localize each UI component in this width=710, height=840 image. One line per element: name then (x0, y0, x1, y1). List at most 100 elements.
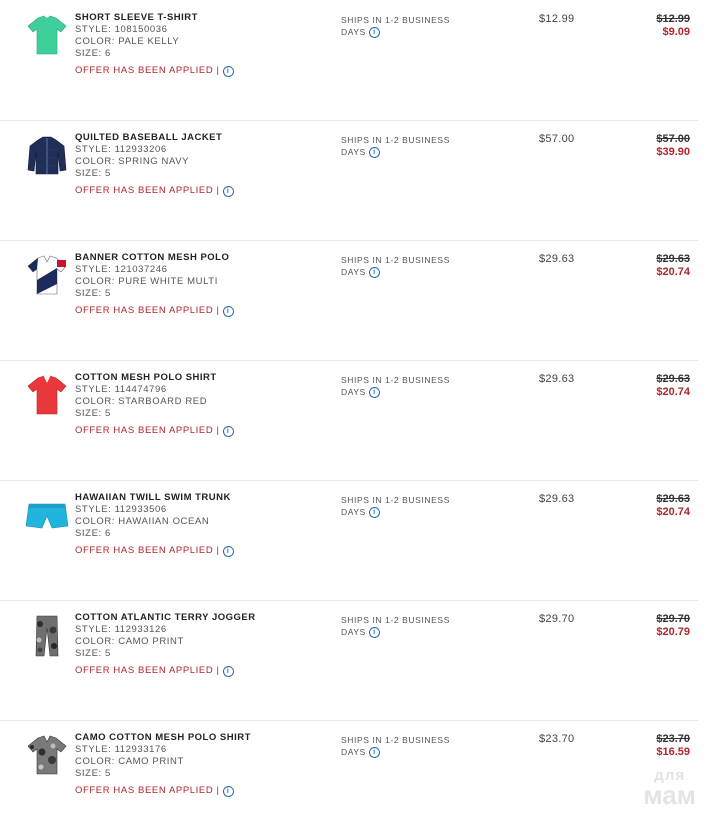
unit-price: $29.63 (539, 373, 575, 385)
offer-applied-link[interactable]: OFFER HAS BEEN APPLIED | i (75, 665, 234, 677)
product-title[interactable]: QUILTED BASEBALL JACKET (75, 132, 234, 144)
product-color: COLOR: PALE KELLY (75, 36, 180, 47)
shipping-line1: SHIPS IN 1-2 BUSINESS (341, 375, 450, 385)
product-color: COLOR: CAMO PRINT (75, 636, 184, 647)
list-item: BANNER COTTON MESH POLO STYLE: 121037246… (0, 240, 698, 361)
product-color: COLOR: CAMO PRINT (75, 756, 184, 767)
green-tshirt-icon[interactable] (24, 10, 70, 60)
unit-price: $29.70 (539, 613, 575, 625)
product-size: SIZE: 5 (75, 288, 111, 299)
shipping-line2: DAYS (341, 747, 366, 757)
offer-label: OFFER HAS BEEN APPLIED | (75, 545, 220, 556)
shipping-info: SHIPS IN 1-2 BUSINESS DAYS i (341, 374, 450, 398)
unit-price: $23.70 (539, 733, 575, 745)
watermark: для мам (643, 768, 696, 810)
product-title[interactable]: COTTON MESH POLO SHIRT (75, 372, 234, 384)
shipping-line1: SHIPS IN 1-2 BUSINESS (341, 495, 450, 505)
sale-price: $9.09 (662, 26, 690, 38)
unit-price: $12.99 (539, 13, 575, 25)
navy-jacket-icon[interactable] (24, 130, 70, 180)
product-size: SIZE: 5 (75, 168, 111, 179)
offer-applied-link[interactable]: OFFER HAS BEEN APPLIED | i (75, 305, 234, 317)
list-item: COTTON MESH POLO SHIRT STYLE: 114474796 … (0, 360, 698, 481)
original-price: $57.00 (656, 133, 690, 145)
product-size: SIZE: 6 (75, 48, 111, 59)
unit-price: $29.63 (539, 493, 575, 505)
sale-price: $39.90 (656, 146, 690, 158)
watermark-line2: мам (643, 780, 696, 810)
banner-polo-icon[interactable] (24, 250, 70, 300)
shipping-line1: SHIPS IN 1-2 BUSINESS (341, 135, 450, 145)
original-price: $29.63 (656, 493, 690, 505)
red-polo-icon[interactable] (24, 370, 70, 420)
product-color: COLOR: PURE WHITE MULTI (75, 276, 218, 287)
product-title[interactable]: HAWAIIAN TWILL SWIM TRUNK (75, 492, 234, 504)
info-icon[interactable]: i (368, 746, 380, 758)
shipping-info: SHIPS IN 1-2 BUSINESS DAYS i (341, 134, 450, 158)
product-color: COLOR: SPRING NAVY (75, 156, 190, 167)
offer-applied-link[interactable]: OFFER HAS BEEN APPLIED | i (75, 545, 234, 557)
product-style: STYLE: 112933176 (75, 744, 167, 755)
shipping-info: SHIPS IN 1-2 BUSINESS DAYS i (341, 494, 450, 518)
product-title[interactable]: CAMO COTTON MESH POLO SHIRT (75, 732, 251, 744)
original-price: $29.70 (656, 613, 690, 625)
product-size: SIZE: 5 (75, 408, 111, 419)
sale-price: $20.74 (656, 266, 690, 278)
list-item: SHORT SLEEVE T-SHIRT STYLE: 108150036 CO… (0, 0, 698, 121)
offer-applied-link[interactable]: OFFER HAS BEEN APPLIED | i (75, 185, 234, 197)
unit-price: $29.63 (539, 253, 575, 265)
offer-applied-link[interactable]: OFFER HAS BEEN APPLIED | i (75, 65, 234, 77)
list-item: CAMO COTTON MESH POLO SHIRT STYLE: 11293… (0, 720, 698, 840)
info-icon[interactable]: i (222, 425, 234, 437)
offer-label: OFFER HAS BEEN APPLIED | (75, 785, 220, 796)
product-title[interactable]: SHORT SLEEVE T-SHIRT (75, 12, 234, 24)
sale-price: $20.74 (656, 386, 690, 398)
shipping-line1: SHIPS IN 1-2 BUSINESS (341, 255, 450, 265)
offer-applied-link[interactable]: OFFER HAS BEEN APPLIED | i (75, 785, 234, 797)
shipping-info: SHIPS IN 1-2 BUSINESS DAYS i (341, 14, 450, 38)
product-title[interactable]: BANNER COTTON MESH POLO (75, 252, 234, 264)
product-size: SIZE: 6 (75, 528, 111, 539)
list-item: HAWAIIAN TWILL SWIM TRUNK STYLE: 1129335… (0, 480, 698, 601)
shipping-line2: DAYS (341, 27, 366, 37)
original-price: $12.99 (656, 13, 690, 25)
offer-label: OFFER HAS BEEN APPLIED | (75, 665, 220, 676)
info-icon[interactable]: i (222, 305, 234, 317)
info-icon[interactable]: i (368, 626, 380, 638)
shipping-line2: DAYS (341, 147, 366, 157)
info-icon[interactable]: i (222, 65, 234, 77)
info-icon[interactable]: i (222, 785, 234, 797)
info-icon[interactable]: i (222, 545, 234, 557)
list-item: QUILTED BASEBALL JACKET STYLE: 112933206… (0, 120, 698, 241)
original-price: $29.63 (656, 373, 690, 385)
product-color: COLOR: HAWAIIAN OCEAN (75, 516, 210, 527)
blue-swim-trunk-icon[interactable] (24, 490, 70, 540)
product-style: STYLE: 112933506 (75, 504, 167, 515)
camo-jogger-icon[interactable] (24, 610, 70, 660)
sale-price: $20.79 (656, 626, 690, 638)
info-icon[interactable]: i (368, 506, 380, 518)
shipping-line2: DAYS (341, 387, 366, 397)
product-style: STYLE: 121037246 (75, 264, 168, 275)
info-icon[interactable]: i (368, 146, 380, 158)
offer-label: OFFER HAS BEEN APPLIED | (75, 425, 220, 436)
product-title[interactable]: COTTON ATLANTIC TERRY JOGGER (75, 612, 256, 624)
info-icon[interactable]: i (368, 26, 380, 38)
shipping-info: SHIPS IN 1-2 BUSINESS DAYS i (341, 614, 450, 638)
sale-price: $20.74 (656, 506, 690, 518)
shipping-line2: DAYS (341, 507, 366, 517)
product-style: STYLE: 114474796 (75, 384, 167, 395)
product-size: SIZE: 5 (75, 648, 111, 659)
info-icon[interactable]: i (368, 386, 380, 398)
info-icon[interactable]: i (222, 665, 234, 677)
info-icon[interactable]: i (222, 185, 234, 197)
shipping-line1: SHIPS IN 1-2 BUSINESS (341, 615, 450, 625)
offer-applied-link[interactable]: OFFER HAS BEEN APPLIED | i (75, 425, 234, 437)
unit-price: $57.00 (539, 133, 575, 145)
camo-polo-icon[interactable] (24, 730, 70, 780)
shipping-line1: SHIPS IN 1-2 BUSINESS (341, 15, 450, 25)
product-color: COLOR: STARBOARD RED (75, 396, 208, 407)
info-icon[interactable]: i (368, 266, 380, 278)
offer-label: OFFER HAS BEEN APPLIED | (75, 185, 220, 196)
shipping-line1: SHIPS IN 1-2 BUSINESS (341, 735, 450, 745)
